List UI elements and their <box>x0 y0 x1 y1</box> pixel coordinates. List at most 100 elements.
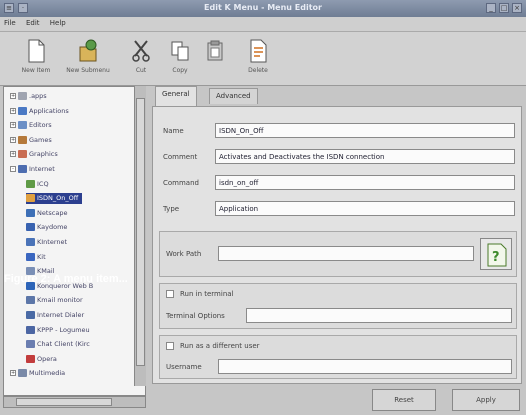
tree-item[interactable]: + Applications <box>10 106 69 117</box>
type-label: Type <box>163 205 180 213</box>
tree-item[interactable]: KPPP - Logumeu <box>26 325 90 336</box>
folder-icon <box>18 92 27 100</box>
menu-edit[interactable]: Edit <box>22 17 44 29</box>
netscape-icon <box>26 208 35 217</box>
terminal-options-field[interactable] <box>246 308 512 323</box>
tree-item[interactable]: + Games <box>10 135 52 146</box>
tree-item-label: Multimedia <box>29 369 66 378</box>
figure-caption: Figure 2: A menu item... <box>4 273 128 285</box>
tree-item[interactable]: + Graphics <box>10 149 58 160</box>
command-field[interactable]: isdn_on_off <box>215 175 515 190</box>
expand-icon[interactable]: + <box>10 107 16 114</box>
different-user-group: Run as a different user Username <box>159 335 517 379</box>
tree-item-label: ICQ <box>37 179 49 188</box>
tree-item[interactable]: KInternet <box>26 237 67 248</box>
expand-icon[interactable]: + <box>10 370 16 377</box>
paste-button[interactable] <box>193 38 237 67</box>
tree-item-label: Applications <box>29 106 69 115</box>
username-field[interactable] <box>218 359 512 374</box>
window-title: Edit K Menu - Menu Editor <box>204 3 322 12</box>
tree-horizontal-scrollbar[interactable] <box>3 396 146 408</box>
dialer-icon <box>26 311 35 319</box>
expand-icon[interactable]: + <box>10 136 16 143</box>
new-submenu-icon <box>77 38 99 64</box>
tree-hscroll-thumb[interactable] <box>16 398 112 406</box>
tree-item-label: Kit <box>37 252 46 261</box>
general-panel: Name ISDN_On_Off Comment Activates and D… <box>152 106 522 384</box>
maximize-icon[interactable]: □ <box>499 3 509 13</box>
svg-text:?: ? <box>492 250 500 265</box>
menu-help[interactable]: Help <box>46 17 70 29</box>
delete-button[interactable]: Delete <box>236 38 280 74</box>
reset-button[interactable]: Reset <box>372 389 436 411</box>
tree-item-label: Internet Dialer <box>37 311 85 319</box>
run-in-terminal-label: Run in terminal <box>180 290 234 298</box>
paste-icon <box>204 38 226 64</box>
tree-item-label: Games <box>29 135 52 144</box>
tree-item[interactable]: ISDN_On_Off <box>26 193 83 205</box>
tree-item-label: Opera <box>37 354 57 363</box>
tree-item-label: Kaydome <box>37 223 68 232</box>
tree-item[interactable]: Internet Dialer <box>26 310 84 321</box>
username-label: Username <box>166 363 202 371</box>
multimedia-icon <box>18 369 27 378</box>
tree-vertical-scrollbar[interactable] <box>134 86 146 386</box>
tree-item-label: KInternet <box>37 238 68 246</box>
editors-icon <box>18 121 27 130</box>
different-user-label: Run as a different user <box>180 342 260 350</box>
tree-item[interactable]: Opera <box>26 354 57 365</box>
internet-icon <box>18 165 27 173</box>
tree-item[interactable]: Kit <box>26 252 46 263</box>
close-icon[interactable]: × <box>512 3 522 13</box>
tree-item-label: Editors <box>29 121 52 130</box>
expand-icon[interactable]: + <box>10 151 16 158</box>
workpath-label: Work Path <box>166 250 202 258</box>
menu-bar: File Edit Help <box>0 17 526 32</box>
icon-chooser-button[interactable]: ? <box>480 238 512 270</box>
icq-icon <box>26 179 35 188</box>
tree-item[interactable]: Netscape <box>26 208 67 219</box>
apply-button[interactable]: Apply <box>452 389 520 411</box>
menu-tree[interactable]: + .apps + Applications + Editors + Games + Graphi… <box>3 86 146 396</box>
tree-item[interactable]: + .apps <box>10 91 47 102</box>
tab-advanced[interactable]: Advanced <box>209 88 258 104</box>
name-field[interactable]: ISDN_On_Off <box>215 123 515 138</box>
tree-item-label: Netscape <box>37 208 68 217</box>
new-item-button[interactable]: New Item <box>14 38 58 74</box>
chat-icon <box>26 340 35 349</box>
minimize-icon[interactable]: _ <box>486 3 496 13</box>
tree-item[interactable]: ICQ <box>26 179 49 190</box>
copy-icon <box>169 38 191 64</box>
menu-file[interactable]: File <box>0 17 20 29</box>
tree-item[interactable]: + Editors <box>10 120 52 131</box>
tree-scroll-thumb[interactable] <box>136 98 145 366</box>
expand-icon[interactable]: + <box>10 93 16 99</box>
cut-icon <box>130 38 152 64</box>
run-in-terminal-checkbox[interactable] <box>166 290 174 298</box>
tree-item[interactable]: Kaydome <box>26 222 67 233</box>
graphics-icon <box>18 150 27 159</box>
comment-label: Comment <box>163 153 198 161</box>
tree-item-label: KPPP - Logumeu <box>37 325 90 334</box>
tree-item-label: .apps <box>29 92 47 100</box>
cut-button[interactable]: Cut <box>119 38 163 74</box>
workpath-field[interactable] <box>218 246 474 261</box>
collapse-icon[interactable]: - <box>10 166 16 172</box>
tab-general[interactable]: General <box>155 86 197 106</box>
tree-item[interactable]: Chat Client (Kirc <box>26 339 90 350</box>
run-as-different-user-checkbox[interactable] <box>166 342 174 350</box>
kaydome-icon <box>26 223 35 232</box>
expand-icon[interactable]: + <box>10 122 16 129</box>
comment-field[interactable]: Activates and Deactivates the ISDN conne… <box>215 149 515 164</box>
type-field[interactable]: Application <box>215 201 515 216</box>
games-icon <box>18 135 27 144</box>
tree-item[interactable]: + Multimedia <box>10 368 65 379</box>
tree-item[interactable]: Kmail monitor <box>26 295 83 306</box>
tree-item-label: Chat Client (Kirc <box>37 340 90 349</box>
new-submenu-button[interactable]: New Submenu <box>66 38 110 74</box>
terminal-group: Run in terminal Terminal Options <box>159 283 517 329</box>
tree-item[interactable]: - Internet <box>10 164 55 175</box>
application-icon: ? <box>486 243 508 269</box>
opera-icon <box>26 354 35 363</box>
toolbar: New Item New Submenu Cut Copy Delete <box>0 32 526 86</box>
